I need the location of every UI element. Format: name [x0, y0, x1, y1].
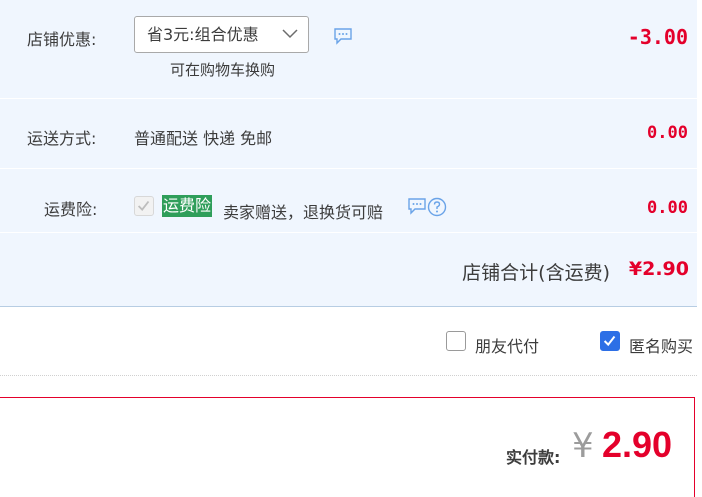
check-icon: [137, 200, 150, 211]
payment-amount: 2.90: [602, 424, 673, 465]
insurance-amount: 0.00: [647, 198, 688, 218]
insurance-desc: 卖家赠送，退换货可赔: [223, 203, 384, 222]
shop-discount-note: 可在购物车换购: [170, 61, 276, 79]
friend-pay-label[interactable]: 朋友代付: [475, 333, 539, 357]
payment-label: 实付款:: [506, 448, 561, 467]
row-divider: [0, 98, 697, 99]
row-divider: [0, 232, 697, 233]
row-divider: [0, 168, 697, 169]
shipping-method: 普通配送 快递 免邮: [134, 129, 273, 148]
chevron-down-icon: [282, 29, 298, 39]
chat-icon[interactable]: [333, 27, 353, 45]
shipping-label: 运送方式:: [27, 129, 97, 148]
payment-currency: ¥: [572, 426, 594, 466]
shop-discount-amount: -3.00: [627, 25, 688, 49]
shop-discount-select-value: 省3元:组合优惠: [147, 25, 259, 44]
check-icon: [603, 335, 616, 347]
help-icon[interactable]: [427, 197, 447, 217]
divider: [0, 375, 697, 376]
chat-icon[interactable]: [407, 197, 427, 215]
shop-discount-label: 店铺优惠:: [27, 30, 97, 49]
anonymous-label[interactable]: 匿名购买: [629, 333, 693, 357]
shop-total-label: 店铺合计(含运费): [462, 262, 610, 284]
anonymous-checkbox[interactable]: [600, 331, 620, 351]
shop-total-amount: ¥2.90: [628, 258, 689, 280]
friend-pay-checkbox[interactable]: [446, 331, 466, 351]
shipping-amount: 0.00: [647, 123, 688, 143]
shop-discount-select[interactable]: 省3元:组合优惠: [134, 16, 309, 53]
insurance-label: 运费险:: [44, 200, 98, 219]
insurance-checkbox[interactable]: [134, 196, 154, 216]
insurance-tag: 运费险: [162, 195, 213, 217]
